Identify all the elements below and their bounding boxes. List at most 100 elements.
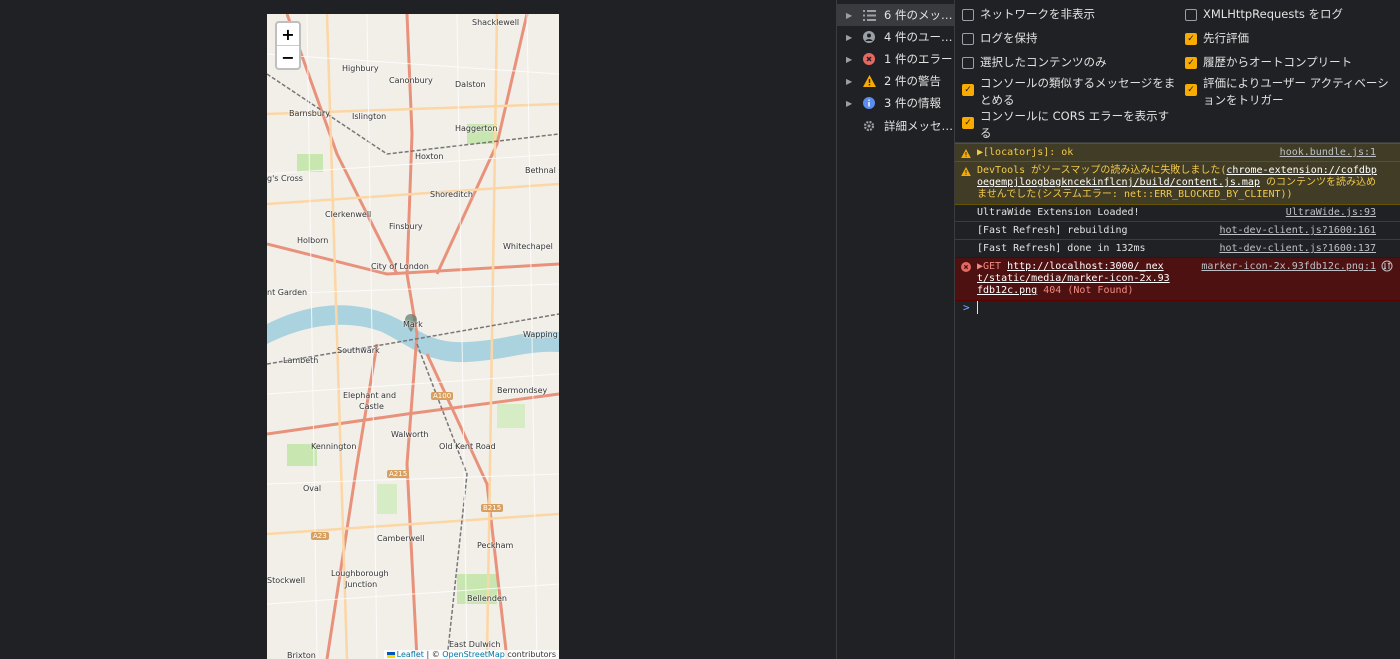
sidebar-item-label: 2 件の警告 (884, 74, 941, 88)
list-icon (862, 8, 876, 22)
zoom-in-button[interactable]: + (277, 23, 299, 45)
console-warning-row[interactable]: DevTools がソースマップの読み込みに失敗しました(chrome-exte… (955, 161, 1400, 205)
error-icon (862, 52, 876, 66)
sidebar-item-label: 6 件のメッ… (884, 8, 953, 22)
place-label: Highbury (342, 64, 379, 73)
sidebar-item-label: 3 件の情報 (884, 96, 941, 110)
source-link[interactable]: hot-dev-client.js?1600:137 (1219, 243, 1376, 255)
map-marker[interactable]: Mark (403, 314, 423, 332)
user-activation-checkbox[interactable]: ✓ 評価によりユーザー アクティベーションをトリガー (1185, 75, 1395, 109)
source-link[interactable]: UltraWide.js:93 (1286, 207, 1376, 219)
checkbox-label: 先行評価 (1203, 31, 1249, 45)
checkbox-box[interactable] (962, 9, 974, 21)
place-label: nt Garden (267, 288, 308, 297)
place-label: Loughborough (331, 569, 389, 578)
place-label: Bethnal G (525, 166, 559, 175)
checkbox-label: 評価によりユーザー アクティベーションをトリガー (1203, 76, 1389, 107)
place-label: Canonbury (389, 76, 433, 85)
checkbox-box[interactable]: ✓ (1185, 84, 1197, 96)
console-log-row[interactable]: [Fast Refresh] rebuilding hot-dev-client… (955, 221, 1400, 240)
road-number: A23 (311, 532, 329, 540)
attribution-separator: | © (423, 650, 443, 659)
source-link[interactable]: hot-dev-client.js?1600:161 (1219, 225, 1376, 237)
leaflet-map[interactable]: Shacklewell Highbury Canonbury Dalston B… (267, 14, 559, 659)
sidebar-item-user-messages[interactable]: ▶ 4 件のユー… (837, 26, 954, 48)
source-link[interactable]: marker-icon-2x.93fdb12c.png:1 (1201, 261, 1376, 273)
console-sidebar: ▶ 6 件のメッ… ▶ 4 件のユー… ▶ 1 件のエラー ▶ 2 件の警告 ▶… (837, 0, 955, 659)
checkbox-box[interactable]: ✓ (1185, 33, 1197, 45)
checkbox-box[interactable]: ✓ (1185, 57, 1197, 69)
place-label: Haggerton (455, 124, 498, 133)
marker-label: Mark (403, 320, 423, 329)
console-log-row[interactable]: UltraWide Extension Loaded! UltraWide.js… (955, 203, 1400, 222)
checkbox-box[interactable]: ✓ (962, 117, 974, 129)
place-label: g's Cross (267, 174, 303, 183)
checkbox-box[interactable]: ✓ (962, 84, 974, 96)
sidebar-item-messages[interactable]: ▶ 6 件のメッ… (837, 4, 954, 26)
console-warning-row[interactable]: ▶[locatorjs]: ok hook.bundle.js:1 (955, 143, 1400, 163)
sidebar-item-warnings[interactable]: ▶ 2 件の警告 (837, 70, 954, 92)
place-label: Walworth (391, 430, 429, 439)
console-log-row[interactable]: [Fast Refresh] done in 132ms hot-dev-cli… (955, 239, 1400, 258)
hide-network-checkbox[interactable]: ネットワークを非表示 (962, 6, 1177, 23)
preserve-log-checkbox[interactable]: ログを保持 (962, 30, 1177, 47)
checkbox-label: 履歴からオートコンプリート (1203, 55, 1353, 69)
selected-context-checkbox[interactable]: 選択したコンテンツのみ (962, 54, 1177, 71)
eager-eval-checkbox[interactable]: ✓ 先行評価 (1185, 30, 1395, 47)
user-icon (862, 30, 876, 44)
checkbox-label: ログを保持 (980, 31, 1038, 45)
page-viewport: Shacklewell Highbury Canonbury Dalston B… (0, 0, 836, 659)
group-similar-checkbox[interactable]: ✓ コンソールの類似するメッセージをまとめる (962, 75, 1177, 109)
message-text[interactable]: [Fast Refresh] done in 132ms (977, 243, 1146, 255)
sidebar-item-info[interactable]: ▶ 3 件の情報 (837, 92, 954, 114)
place-label: Barnsbury (289, 109, 330, 118)
sidebar-item-label: 4 件のユー… (884, 30, 953, 44)
place-label: Holborn (297, 236, 329, 245)
place-label: Bermondsey (497, 386, 548, 395)
network-request-icon[interactable] (1381, 260, 1393, 272)
expand-arrow-icon[interactable]: ▶ (846, 99, 858, 108)
attribution-suffix: contributors (504, 650, 556, 659)
sidebar-item-errors[interactable]: ▶ 1 件のエラー (837, 48, 954, 70)
place-label: Finsbury (389, 222, 423, 231)
place-label: Shoreditch (430, 190, 473, 199)
expand-arrow-icon[interactable]: ▶ (846, 33, 858, 42)
place-label: Islington (352, 112, 387, 121)
leaflet-link[interactable]: Leaflet (397, 650, 424, 659)
show-cors-errors-checkbox[interactable]: ✓ コンソールに CORS エラーを表示する (962, 108, 1177, 142)
checkbox-label: ネットワークを非表示 (980, 7, 1095, 21)
checkbox-box[interactable] (962, 57, 974, 69)
source-link[interactable]: hook.bundle.js:1 (1280, 147, 1376, 159)
message-text: DevTools がソースマップの読み込みに失敗しました(chrome-exte… (977, 165, 1381, 201)
console-input[interactable] (977, 301, 978, 314)
message-text[interactable]: UltraWide Extension Loaded! (977, 207, 1140, 219)
message-text[interactable]: ▶[locatorjs]: ok (977, 147, 1073, 159)
place-label: Shacklewell (472, 18, 520, 27)
expand-arrow-icon[interactable]: ▶ (846, 77, 858, 86)
place-label: Clerkenwell (325, 210, 372, 219)
expand-arrow-icon[interactable]: ▶ (846, 11, 858, 20)
ukraine-flag-icon (386, 651, 395, 658)
zoom-out-button[interactable]: − (277, 45, 299, 68)
expand-arrow-icon[interactable]: ▶ (846, 55, 858, 64)
sidebar-item-verbose[interactable]: 詳細メッセ… (837, 115, 954, 137)
warning-icon (961, 166, 971, 176)
place-label: Hoxton (415, 152, 444, 161)
osm-link[interactable]: OpenStreetMap (442, 650, 505, 659)
sidebar-item-label: 詳細メッセ… (884, 119, 953, 133)
message-text[interactable]: [Fast Refresh] rebuilding (977, 225, 1128, 237)
log-xhr-checkbox[interactable]: XMLHttpRequests をログ (1185, 6, 1395, 23)
autocomplete-history-checkbox[interactable]: ✓ 履歴からオートコンプリート (1185, 54, 1395, 71)
place-label: Lambeth (283, 356, 319, 365)
place-label: Old Kent Road (439, 442, 496, 451)
devtools-panel: ▶ 6 件のメッ… ▶ 4 件のユー… ▶ 1 件のエラー ▶ 2 件の警告 ▶… (836, 0, 1400, 659)
place-label: Brixton (287, 651, 316, 659)
checkbox-label: コンソールの類似するメッセージをまとめる (980, 76, 1176, 107)
console-error-row[interactable]: ▶GET http://localhost:3000/_next/static/… (955, 257, 1400, 301)
place-label: Oval (303, 484, 322, 493)
place-label: Kennington (311, 442, 357, 451)
place-label: Peckham (477, 541, 514, 550)
checkbox-box[interactable] (1185, 9, 1197, 21)
error-icon (961, 262, 971, 272)
checkbox-box[interactable] (962, 33, 974, 45)
